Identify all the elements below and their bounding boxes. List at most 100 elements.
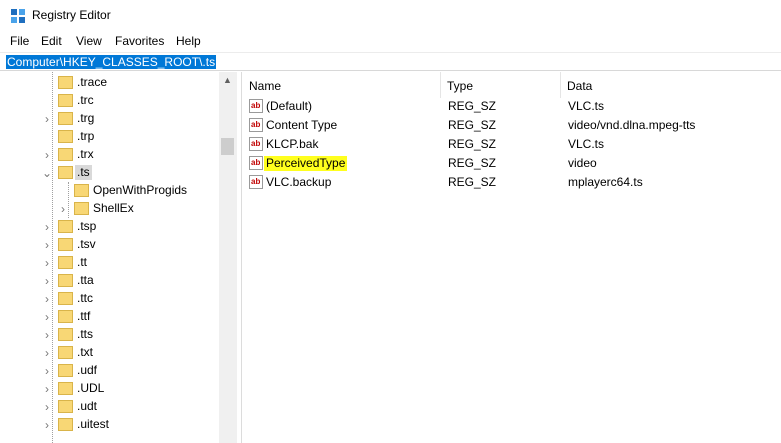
tree-item-label: .tt: [77, 255, 88, 269]
address-path[interactable]: Computer\HKEY_CLASSES_ROOT\.ts: [6, 55, 217, 69]
menu-favorites[interactable]: Favorites: [115, 34, 164, 48]
value-row[interactable]: ab VLC.backup REG_SZ mplayerc64.ts: [243, 173, 781, 192]
tree-item-label: .trg: [77, 111, 95, 125]
value-row[interactable]: ab Content Type REG_SZ video/vnd.dlna.mpeg-…: [243, 116, 781, 135]
expand-arrow-icon[interactable]: ›: [41, 292, 53, 306]
value-type: REG_SZ: [448, 175, 497, 189]
tree-scrollbar[interactable]: ▲: [219, 72, 236, 443]
value-row[interactable]: ab PerceivedType REG_SZ video: [243, 154, 781, 173]
tree-item[interactable]: › .trg: [0, 110, 220, 128]
collapse-arrow-icon[interactable]: ⌄: [41, 166, 53, 180]
window-title: Registry Editor: [32, 8, 111, 22]
expand-arrow-icon[interactable]: ›: [41, 310, 53, 324]
expand-arrow-icon[interactable]: ›: [41, 400, 53, 414]
tree-item[interactable]: › .tta: [0, 272, 220, 290]
string-value-icon: ab: [249, 175, 263, 189]
tree-item-label: .tsv: [77, 237, 96, 251]
tree-item-label: .tta: [77, 273, 94, 287]
menu-view[interactable]: View: [76, 34, 102, 48]
expand-arrow-icon[interactable]: ›: [41, 220, 53, 234]
value-type: REG_SZ: [448, 99, 497, 113]
value-name: KLCP.bak: [266, 137, 319, 151]
tree-item[interactable]: › .tsv: [0, 236, 220, 254]
column-header-name[interactable]: Name: [243, 72, 441, 98]
value-name: PerceivedType: [264, 156, 348, 171]
folder-icon: [74, 202, 89, 215]
key-tree[interactable]: .trace .trc › .trg .trp › .trx ⌄ .ts OpenWithProg…: [0, 72, 236, 443]
tree-item[interactable]: › .ttf: [0, 308, 220, 326]
folder-icon: [58, 382, 73, 395]
folder-icon: [58, 328, 73, 341]
expand-arrow-icon[interactable]: ›: [41, 364, 53, 378]
folder-icon: [58, 310, 73, 323]
tree-item-label: .udt: [77, 399, 98, 413]
expand-arrow-icon[interactable]: ›: [41, 328, 53, 342]
tree-item-label: .trp: [77, 129, 95, 143]
tree-item-label: .ttc: [77, 291, 94, 305]
value-data: video/vnd.dlna.mpeg-tts: [568, 118, 696, 132]
address-bar[interactable]: Computer\HKEY_CLASSES_ROOT\.ts: [0, 52, 781, 71]
tree-item[interactable]: › .tsp: [0, 218, 220, 236]
tree-item[interactable]: OpenWithProgids: [0, 182, 220, 200]
column-header-data[interactable]: Data: [561, 72, 781, 98]
menu-edit[interactable]: Edit: [41, 34, 62, 48]
tree-item[interactable]: › .ttc: [0, 290, 220, 308]
tree-item[interactable]: .trc: [0, 92, 220, 110]
value-name: (Default): [266, 99, 313, 113]
value-row[interactable]: ab KLCP.bak REG_SZ VLC.ts: [243, 135, 781, 154]
scroll-up-icon[interactable]: ▲: [219, 72, 236, 89]
expand-arrow-icon[interactable]: ›: [41, 238, 53, 252]
expand-arrow-icon[interactable]: ›: [41, 418, 53, 432]
tree-item[interactable]: › .udt: [0, 398, 220, 416]
pane-splitter[interactable]: [236, 72, 242, 443]
expand-arrow-icon[interactable]: ›: [41, 346, 53, 360]
expand-arrow-icon[interactable]: ›: [41, 256, 53, 270]
tree-item-label: .uitest: [77, 417, 110, 431]
tree-item[interactable]: › ShellEx: [0, 200, 220, 218]
tree-item[interactable]: › .tts: [0, 326, 220, 344]
value-row[interactable]: ab (Default) REG_SZ VLC.ts: [243, 97, 781, 116]
scroll-thumb[interactable]: [221, 138, 234, 155]
tree-item[interactable]: › .tt: [0, 254, 220, 272]
expand-arrow-icon[interactable]: ›: [41, 274, 53, 288]
tree-item-label: .trc: [77, 93, 94, 107]
folder-icon: [58, 400, 73, 413]
tree-item[interactable]: › .UDL: [0, 380, 220, 398]
tree-item-label: .ts: [75, 165, 92, 180]
tree-item[interactable]: › .trx: [0, 146, 220, 164]
expand-arrow-icon[interactable]: ›: [57, 202, 69, 216]
tree-item[interactable]: .trp: [0, 128, 220, 146]
tree-item-label: .udf: [77, 363, 98, 377]
values-list[interactable]: Name Type Data ab (Default) REG_SZ VLC.ts ab…: [243, 72, 781, 443]
menu-file[interactable]: File: [10, 34, 29, 48]
expand-arrow-icon[interactable]: ›: [41, 112, 53, 126]
tree-item[interactable]: .trace: [0, 74, 220, 92]
expand-arrow-icon: [41, 130, 53, 144]
folder-icon: [58, 364, 73, 377]
tree-item-label: ShellEx: [93, 201, 134, 215]
tree-item-label: .txt: [77, 345, 94, 359]
folder-icon: [58, 76, 73, 89]
folder-icon: [58, 346, 73, 359]
column-header-type[interactable]: Type: [441, 72, 561, 98]
tree-item-label: .trx: [77, 147, 94, 161]
tree-item[interactable]: › .txt: [0, 344, 220, 362]
expand-arrow-icon[interactable]: ›: [41, 148, 53, 162]
folder-icon: [58, 112, 73, 125]
menu-help[interactable]: Help: [176, 34, 201, 48]
tree-item[interactable]: › .udf: [0, 362, 220, 380]
folder-icon: [58, 130, 73, 143]
tree-item-label: .UDL: [77, 381, 105, 395]
tree-item-label: .ttf: [77, 309, 91, 323]
value-data: VLC.ts: [568, 137, 605, 151]
folder-icon: [58, 274, 73, 287]
expand-arrow-icon[interactable]: ›: [41, 382, 53, 396]
tree-item[interactable]: › .uitest: [0, 416, 220, 434]
folder-icon: [58, 256, 73, 269]
folder-icon: [58, 94, 73, 107]
string-value-icon: ab: [249, 156, 263, 170]
value-data: VLC.ts: [568, 99, 605, 113]
folder-icon: [58, 418, 73, 431]
tree-item[interactable]: ⌄ .ts: [0, 164, 220, 182]
menu-bar: File Edit View Favorites Help: [0, 31, 781, 52]
